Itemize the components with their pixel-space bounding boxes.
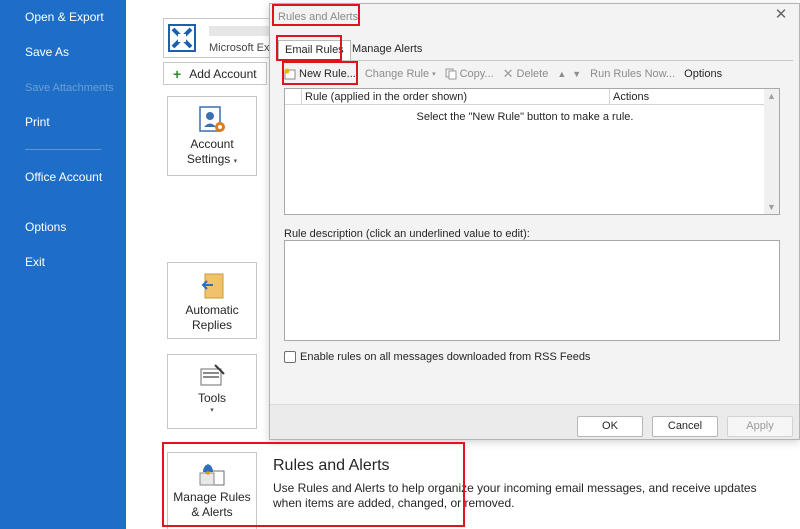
rule-description-label: Rule description (click an underlined va… [284,228,530,240]
column-divider [609,89,610,105]
add-account-button[interactable]: + Add Account [163,62,267,85]
arrow-up-icon: ▲ [557,69,567,79]
automatic-replies-label: Automatic Replies [185,303,239,332]
automatic-replies-icon [201,273,224,299]
rules-alerts-heading: Rules and Alerts [273,457,390,474]
account-settings-label: Account Settings ▾ [186,137,238,166]
rules-list-header: Rule (applied in the order shown) Action… [285,89,765,105]
column-header-rule[interactable]: Rule (applied in the order shown) [305,91,467,103]
dialog-footer: OK Cancel Apply [270,404,799,439]
chevron-down-icon: ▾ [432,71,436,78]
add-account-label: Add Account [189,66,257,81]
sidebar-item-office-account[interactable]: Office Account [25,170,120,185]
change-rule-label: Change Rule [364,68,430,80]
sidebar-item-save-as[interactable]: Save As [25,45,120,60]
ok-button[interactable]: OK [577,416,643,437]
move-up-button[interactable]: ▲ [557,69,566,79]
backstage-sidebar: Open & Export Save As Save Attachments P… [0,0,126,529]
tools-button[interactable]: Tools ▾ [167,354,257,429]
tab-manage-alerts[interactable]: Manage Alerts [346,40,428,60]
close-icon[interactable]: ✕ [773,7,789,23]
tools-label: Tools [197,391,226,405]
rules-and-alerts-dialog: Rules and Alerts ✕ Email Rules Manage Al… [269,3,800,440]
account-name: Microsoft Ex [209,42,270,54]
move-down-button[interactable]: ▼ [572,69,581,79]
account-email-redacted [209,26,269,36]
copy-rule-button[interactable]: Copy... [445,68,494,80]
apply-button[interactable]: Apply [727,416,793,437]
new-rule-icon [284,68,296,80]
delete-rule-button[interactable]: ✕ Delete [503,66,549,82]
delete-icon: ✕ [502,66,514,81]
sidebar-item-open-export[interactable]: Open & Export [25,10,120,25]
manage-rules-alerts-button[interactable]: Manage Rules & Alerts [167,452,257,529]
account-settings-button[interactable]: Account Settings ▾ [167,96,257,176]
new-rule-button[interactable]: New Rule... [284,68,356,80]
sidebar-item-options[interactable]: Options [25,220,120,235]
column-header-actions[interactable]: Actions [613,91,649,103]
cancel-button[interactable]: Cancel [652,416,718,437]
dialog-title: Rules and Alerts [278,11,359,23]
rule-description-box[interactable] [284,240,780,341]
rules-list[interactable]: Rule (applied in the order shown) Action… [284,88,780,215]
rss-rules-option[interactable]: Enable rules on all messages downloaded … [284,351,590,363]
account-settings-icon [199,106,225,132]
manage-rules-icon [199,464,225,486]
new-rule-label: New Rule... [299,68,356,80]
copy-icon [445,68,457,80]
rules-list-scrollbar[interactable]: ▲ ▼ [764,89,779,214]
tab-email-rules[interactable]: Email Rules [278,40,351,60]
rules-alerts-description: Use Rules and Alerts to help organize yo… [273,481,757,510]
rules-toolbar: New Rule... Change Rule ▾ Copy... ✕ Dele… [284,65,731,83]
sidebar-item-print[interactable]: Print [25,115,120,130]
run-rules-now-button[interactable]: Run Rules Now... [590,68,675,80]
options-label: Options [684,68,723,80]
manage-rules-label: Manage Rules & Alerts [173,490,251,519]
change-rule-button[interactable]: Change Rule ▾ [365,68,436,80]
delete-label: Delete [516,68,549,80]
account-selector[interactable]: Microsoft Ex [163,18,273,58]
copy-label: Copy... [459,68,494,80]
scroll-down-icon[interactable]: ▼ [767,202,776,212]
chevron-down-icon: ▾ [210,407,214,414]
exchange-icon [168,24,196,52]
scroll-up-icon[interactable]: ▲ [767,91,776,101]
checkbox-column-header [285,89,302,105]
plus-icon: + [173,65,182,82]
rules-list-empty-message: Select the "New Rule" button to make a r… [416,111,634,123]
rss-rules-checkbox[interactable] [284,351,296,363]
options-button[interactable]: Options [684,68,722,80]
arrow-down-icon: ▼ [572,69,582,79]
run-rules-label: Run Rules Now... [590,68,676,80]
rss-rules-label: Enable rules on all messages downloaded … [300,351,591,363]
sidebar-item-save-attachments: Save Attachments [25,82,114,94]
tab-divider [278,60,793,61]
sidebar-divider [25,149,101,150]
sidebar-item-exit[interactable]: Exit [25,255,120,270]
automatic-replies-button[interactable]: Automatic Replies [167,262,257,339]
tools-icon [200,364,225,386]
